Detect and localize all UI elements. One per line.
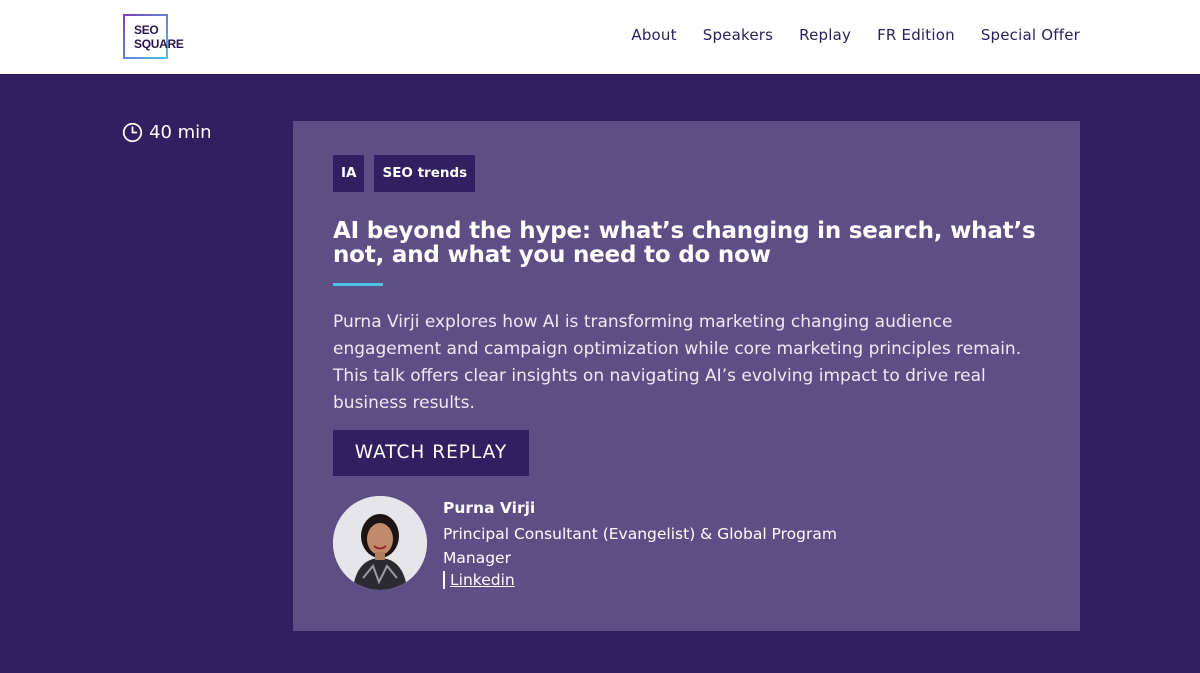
main-nav: About Speakers Replay FR Edition Special… (631, 26, 1080, 44)
nav-replay[interactable]: Replay (799, 26, 851, 44)
nav-speakers[interactable]: Speakers (703, 26, 773, 44)
watch-replay-button[interactable]: WATCH REPLAY (333, 430, 529, 476)
logo-text-square: SQUARE (134, 37, 184, 51)
speaker-linkedin-link[interactable]: Linkedin (443, 571, 515, 589)
talk-title: AI beyond the hype: what’s changing in s… (333, 218, 1036, 268)
duration-label: 40 min (149, 122, 212, 143)
site-header: SEO SQUARE About Speakers Replay FR Edit… (0, 0, 1200, 74)
speaker-name: Purna Virji (443, 499, 536, 517)
tag-seo-trends[interactable]: SEO trends (374, 155, 476, 192)
nav-fr-edition[interactable]: FR Edition (877, 26, 955, 44)
logo-text-seo: SEO (134, 23, 159, 37)
speaker-role: Principal Consultant (Evangelist) & Glob… (443, 525, 837, 567)
nav-special-offer[interactable]: Special Offer (981, 26, 1080, 44)
title-underline (333, 283, 383, 286)
nav-about[interactable]: About (631, 26, 676, 44)
tag-ia[interactable]: IA (333, 155, 365, 192)
speaker-avatar (333, 496, 427, 590)
talk-description: Purna Virji explores how AI is transform… (333, 312, 1022, 413)
seo-square-logo[interactable]: SEO SQUARE (123, 14, 184, 59)
talk-duration: 40 min (122, 122, 212, 143)
talk-tags: IA SEO trends (333, 155, 476, 192)
talk-card: IA SEO trends AI beyond the hype: what’s… (293, 121, 1080, 631)
clock-icon (122, 122, 143, 143)
